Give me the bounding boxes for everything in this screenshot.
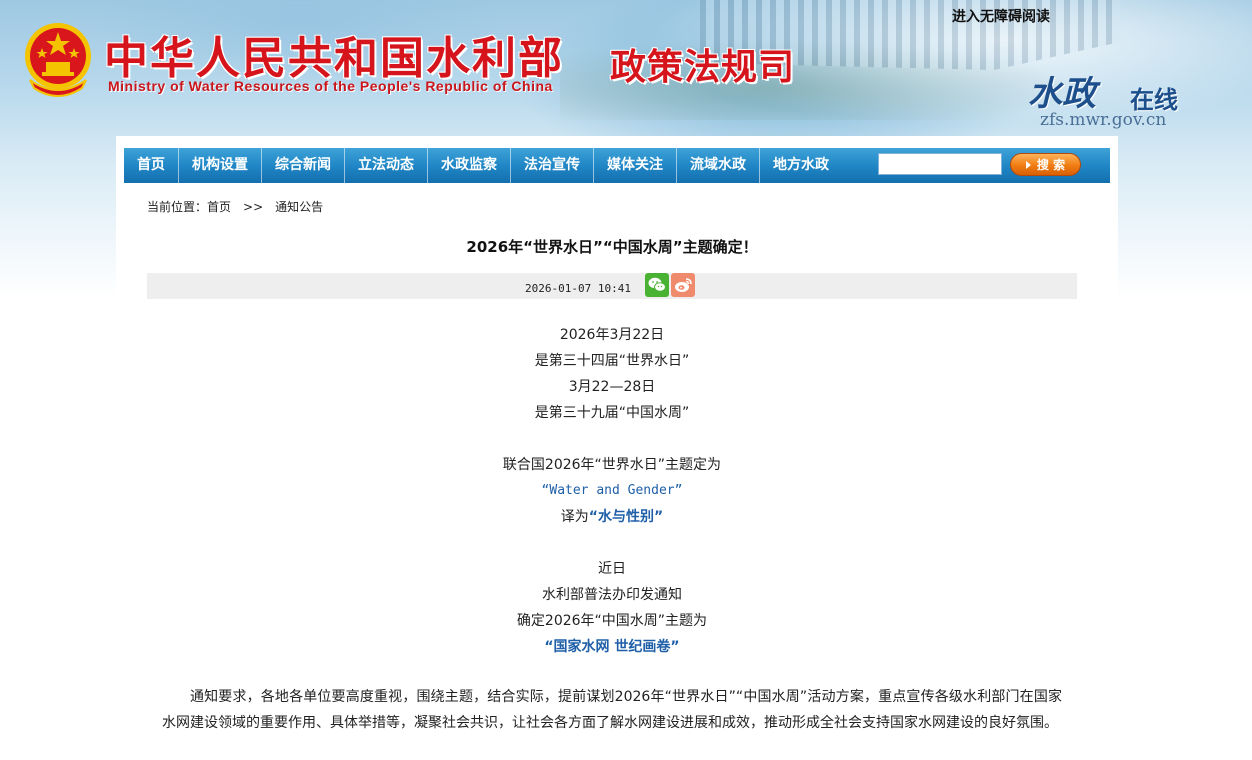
search-button[interactable]: 搜 索 (1010, 153, 1081, 176)
search-input[interactable] (878, 153, 1002, 175)
translation-prefix: 译为 (560, 509, 589, 525)
body-line: 3月22—28日 (568, 379, 656, 395)
breadcrumb-prefix: 当前位置： (147, 200, 208, 214)
body-line: 确定2026年“中国水周”主题为 (516, 613, 708, 629)
breadcrumb-separator: >> (243, 200, 264, 214)
department-title: 政策法规司 (610, 46, 796, 88)
body-line: 水利部普法办印发通知 (542, 587, 682, 603)
nav-item-organization[interactable]: 机构设置 (179, 148, 262, 183)
translation-value: “水与性别” (588, 509, 664, 525)
nav-item-basin[interactable]: 流域水政 (677, 148, 760, 183)
body-line-translation: 译为“水与性别” (147, 504, 1077, 530)
site-title: 中华人民共和国水利部 (104, 33, 564, 84)
body-line-blank (147, 426, 1077, 452)
weibo-icon[interactable] (671, 273, 695, 297)
body-line-blank (147, 530, 1077, 556)
article-title: 2026年“世界水日”“中国水周”主题确定！ (466, 238, 758, 256)
article-paragraph: 通知要求，各地各单位要高度重视，围绕主题，结合实际，提前谋划2026年“世界水日… (162, 689, 1062, 731)
body-line: 近日 (598, 561, 626, 577)
body-line: 是第三十九届“中国水周” (534, 405, 690, 421)
play-arrow-icon (1025, 160, 1031, 169)
breadcrumb-home[interactable]: 首页 (207, 200, 231, 214)
body-line: 联合国2026年“世界水日”主题定为 (502, 457, 722, 473)
nav-item-legislation[interactable]: 立法动态 (345, 148, 428, 183)
body-line: 是第三十四届“世界水日” (534, 353, 690, 369)
nav-item-local[interactable]: 地方水政 (760, 148, 842, 183)
nav-item-news[interactable]: 综合新闻 (262, 148, 345, 183)
site-domain: zfs.mwr.gov.cn (1040, 110, 1167, 130)
body-line-theme: “国家水网 世纪画卷” (544, 639, 680, 655)
breadcrumb: 当前位置：首页 >> 通知公告 (147, 198, 323, 215)
accessible-reading-link[interactable]: 进入无障碍阅读 (952, 6, 1050, 26)
nav-item-supervision[interactable]: 水政监察 (428, 148, 511, 183)
nav-item-publicity[interactable]: 法治宣传 (511, 148, 594, 183)
shuizheng-logo-text: 水政 (1028, 74, 1096, 114)
body-line-highlight: “Water and Gender” (541, 483, 683, 498)
breadcrumb-current[interactable]: 通知公告 (275, 200, 323, 214)
site-subtitle: Ministry of Water Resources of the Peopl… (108, 78, 553, 94)
body-line: 2026年3月22日 (559, 327, 665, 343)
nav-item-media[interactable]: 媒体关注 (594, 148, 677, 183)
article-date: 2026-01-07 10:41 (525, 282, 631, 295)
nav-item-home[interactable]: 首页 (124, 148, 179, 183)
article-body-lines: 2026年3月22日 是第三十四届“世界水日” 3月22—28日 是第三十九届“… (147, 322, 1077, 660)
wechat-icon[interactable] (645, 273, 669, 297)
national-emblem-icon (25, 23, 91, 97)
search-button-label: 搜 索 (1036, 158, 1066, 172)
